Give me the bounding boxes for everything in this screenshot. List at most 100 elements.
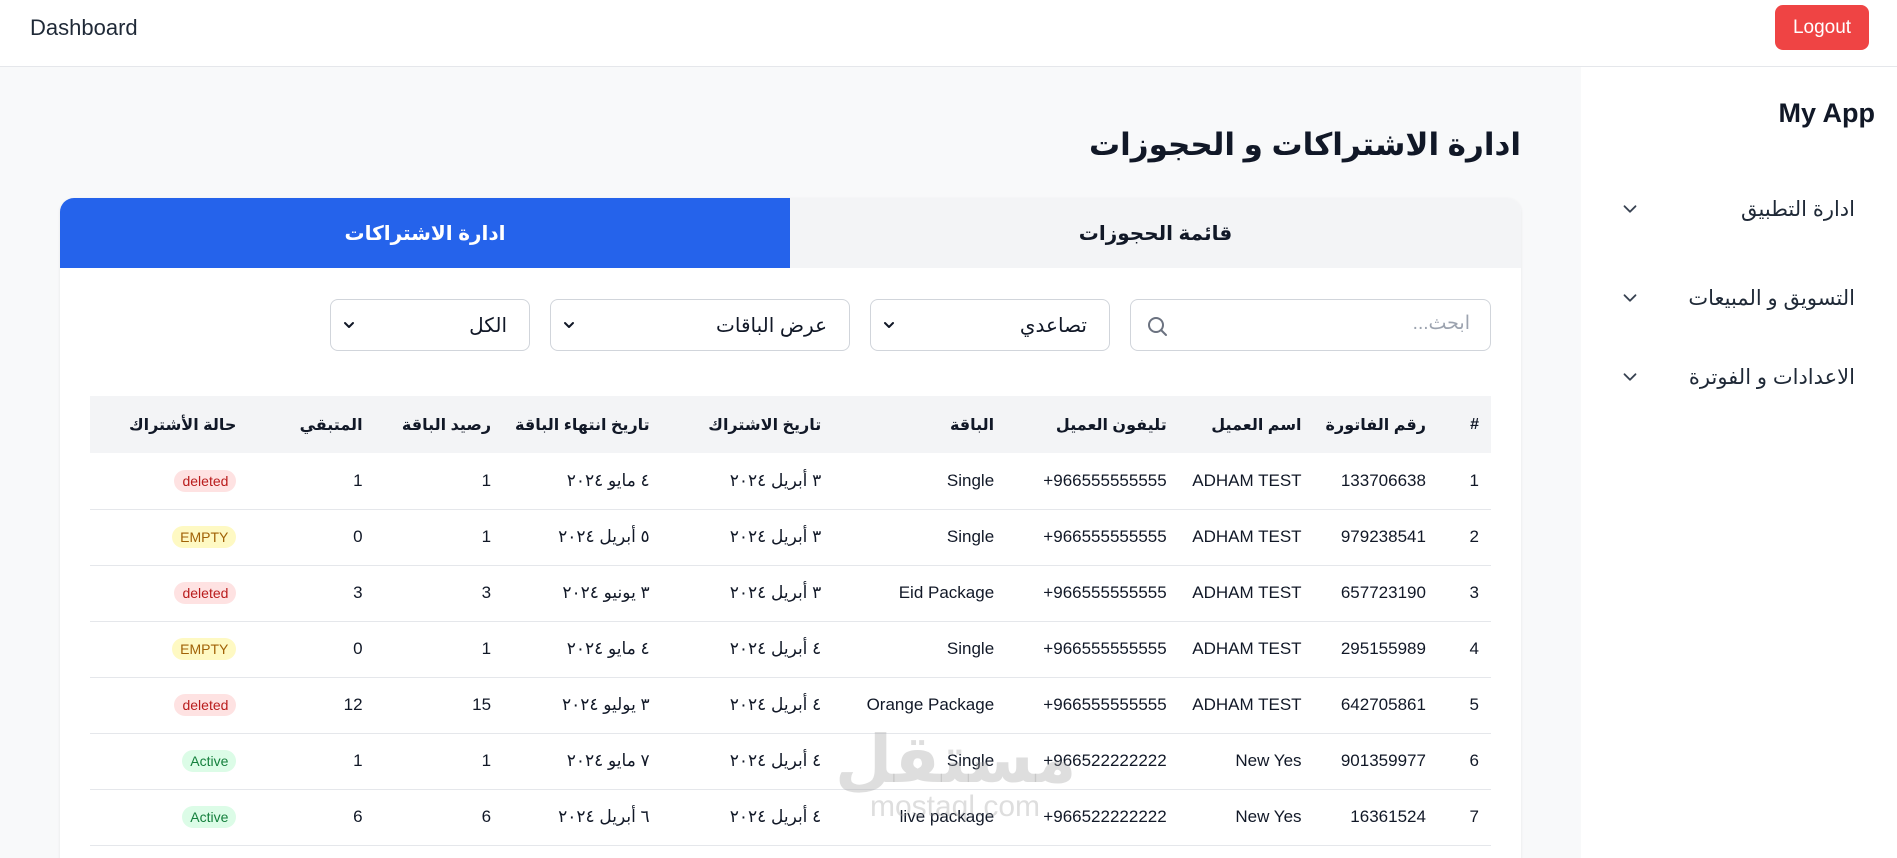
cell-invoice-number: 133706638 [1340, 470, 1426, 490]
cell-customer-name: New Yes [1235, 751, 1302, 770]
cell-invoice-number: 642705861 [1340, 695, 1426, 714]
cell-index: 7 [1469, 807, 1479, 826]
cell-expiry-date: ٥ أبريل ٢٠٢٤ [558, 527, 650, 546]
main-content: ادارة الاشتراكات و الحجوزات قائمة الحجوز… [0, 67, 1581, 858]
cell-subscription-date: ٤ أبريل ٢٠٢٤ [729, 751, 822, 770]
cell-customer-name: ADHAM TEST [1192, 527, 1302, 546]
cell-customer-phone: 966522222222+ [1043, 807, 1167, 826]
cell-subscription-date: ٣ أبريل ٢٠٢٤ [729, 583, 822, 602]
cell-package-balance: 15 [472, 695, 492, 714]
search-icon [1148, 317, 1167, 336]
header-customer-name: اسم العميل [1211, 416, 1302, 434]
status-badge: deleted [174, 582, 237, 604]
status-badge: Active [182, 806, 237, 828]
cell-package: Single [946, 470, 995, 490]
tab-subscriptions-management[interactable]: ادارة الاشتراكات [60, 198, 790, 268]
chevron-down-icon [1623, 205, 1637, 213]
cell-remaining: 6 [353, 807, 363, 826]
cell-remaining: 0 [353, 639, 363, 658]
chevron-down-icon [564, 322, 574, 328]
cell-package-balance: 6 [481, 807, 492, 826]
logout-button[interactable]: Logout [1775, 5, 1869, 50]
table-row[interactable]: 1 133706638 ADHAM TEST 966555555555+ Sin… [90, 453, 1491, 509]
cell-customer-phone: 966555555555+ [1043, 470, 1167, 490]
sidebar-item-marketing-sales[interactable]: التسويق و المبيعات [1619, 283, 1855, 313]
header-index: # [1470, 415, 1479, 433]
status-badge: deleted [174, 694, 237, 716]
sidebar-item-label: ادارة التطبيق [1741, 197, 1855, 221]
table-row[interactable]: 4 295155989 ADHAM TEST 966555555555+ Sin… [90, 621, 1491, 677]
cell-customer-name: New Yes [1235, 807, 1302, 826]
cell-subscription-date: ٣ أبريل ٢٠٢٤ [729, 527, 822, 546]
cell-expiry-date: ٣ يوليو ٢٠٢٤ [561, 695, 650, 714]
packages-select[interactable]: عرض الباقات [550, 299, 850, 351]
sidebar-item-label: التسويق و المبيعات [1688, 286, 1855, 310]
sidebar-item-app-management[interactable]: ادارة التطبيق [1619, 194, 1855, 224]
packages-select-value: عرض الباقات [716, 314, 827, 337]
app-name: My App [1778, 98, 1876, 128]
header-package: الباقة [949, 416, 995, 434]
sidebar-item-label: الاعدادات و الفوترة [1688, 365, 1855, 389]
cell-remaining: 1 [353, 751, 363, 770]
cell-package: Single [946, 639, 995, 658]
cell-invoice-number: 979238541 [1340, 527, 1426, 546]
chevron-down-icon [1623, 294, 1637, 302]
cell-customer-phone: 966555555555+ [1043, 583, 1167, 602]
tab-bar: قائمة الحجوزات ادارة الاشتراكات [60, 198, 1521, 268]
cell-package-balance: 1 [481, 751, 492, 770]
cell-status: Active [90, 733, 248, 789]
sort-select[interactable]: تصاعدي [870, 299, 1110, 351]
header-remaining: المتبقي [299, 416, 363, 434]
chevron-down-icon [884, 322, 894, 328]
table-row[interactable]: 6 901359977 New Yes 966522222222+ Single… [90, 733, 1491, 789]
subscriptions-table: # رقم الفاتورة اسم العميل تليفون العميل … [90, 396, 1491, 846]
table-row[interactable]: 3 657723190 ADHAM TEST 966555555555+ Eid… [90, 565, 1491, 621]
cell-invoice-number: 901359977 [1340, 751, 1426, 770]
cell-customer-name: ADHAM TEST [1192, 470, 1302, 490]
cell-package-balance: 1 [481, 527, 492, 546]
cell-expiry-date: ٤ مايو ٢٠٢٤ [566, 639, 650, 658]
cell-customer-phone: 966555555555+ [1043, 527, 1167, 546]
table-header-row: # رقم الفاتورة اسم العميل تليفون العميل … [90, 396, 1491, 453]
cell-index: 1 [1469, 470, 1479, 490]
table-row[interactable]: 5 642705861 ADHAM TEST 966555555555+ Ora… [90, 677, 1491, 733]
cell-expiry-date: ٦ أبريل ٢٠٢٤ [558, 807, 650, 826]
cell-invoice-number: 16361524 [1350, 807, 1426, 826]
status-badge: EMPTY [172, 526, 237, 548]
cell-expiry-date: ٣ يونيو ٢٠٢٤ [562, 583, 650, 602]
header-subscription-status: حالة الأشتراك [128, 416, 237, 434]
header-package-balance: رصيد الباقة [401, 416, 492, 434]
cell-package: Eid Package [898, 583, 995, 602]
cell-status: deleted [90, 677, 248, 733]
table-row[interactable]: 7 16361524 New Yes 966522222222+ live pa… [90, 789, 1491, 845]
cell-package: Single [946, 527, 995, 546]
cell-index: 6 [1469, 751, 1479, 770]
cell-expiry-date: ٤ مايو ٢٠٢٤ [566, 470, 650, 490]
cell-status: deleted [90, 453, 248, 509]
cell-invoice-number: 657723190 [1340, 583, 1426, 602]
header-customer-phone: تليفون العميل [1055, 416, 1167, 434]
cell-subscription-date: ٤ أبريل ٢٠٢٤ [729, 695, 822, 714]
cell-status: EMPTY [90, 621, 248, 677]
sort-select-value: تصاعدي [1019, 314, 1087, 337]
sidebar: My App ادارة التطبيق التسويق و المبيعات … [1581, 67, 1897, 858]
search-box [1130, 299, 1491, 351]
cell-remaining: 0 [353, 527, 363, 546]
table-row[interactable]: 2 979238541 ADHAM TEST 966555555555+ Sin… [90, 509, 1491, 565]
sidebar-item-settings-billing[interactable]: الاعدادات و الفوترة [1619, 362, 1855, 392]
cell-subscription-date: ٤ أبريل ٢٠٢٤ [729, 807, 822, 826]
page-title: ادارة الاشتراكات و الحجوزات [1088, 127, 1521, 162]
tab-bookings-list[interactable]: قائمة الحجوزات [790, 198, 1521, 268]
dashboard-brand[interactable]: Dashboard [30, 15, 138, 41]
cell-customer-phone: 966522222222+ [1043, 751, 1167, 770]
cell-remaining: 3 [353, 583, 363, 602]
cell-customer-name: ADHAM TEST [1192, 695, 1302, 714]
cell-expiry-date: ٧ مايو ٢٠٢٤ [566, 751, 650, 770]
status-select[interactable]: الكل [330, 299, 530, 351]
cell-package: Orange Package [866, 695, 995, 714]
cell-index: 3 [1469, 583, 1479, 602]
search-input[interactable] [1190, 313, 1470, 335]
cell-invoice-number: 295155989 [1340, 639, 1426, 658]
cell-status: deleted [90, 565, 248, 621]
cell-subscription-date: ٣ أبريل ٢٠٢٤ [729, 470, 822, 490]
